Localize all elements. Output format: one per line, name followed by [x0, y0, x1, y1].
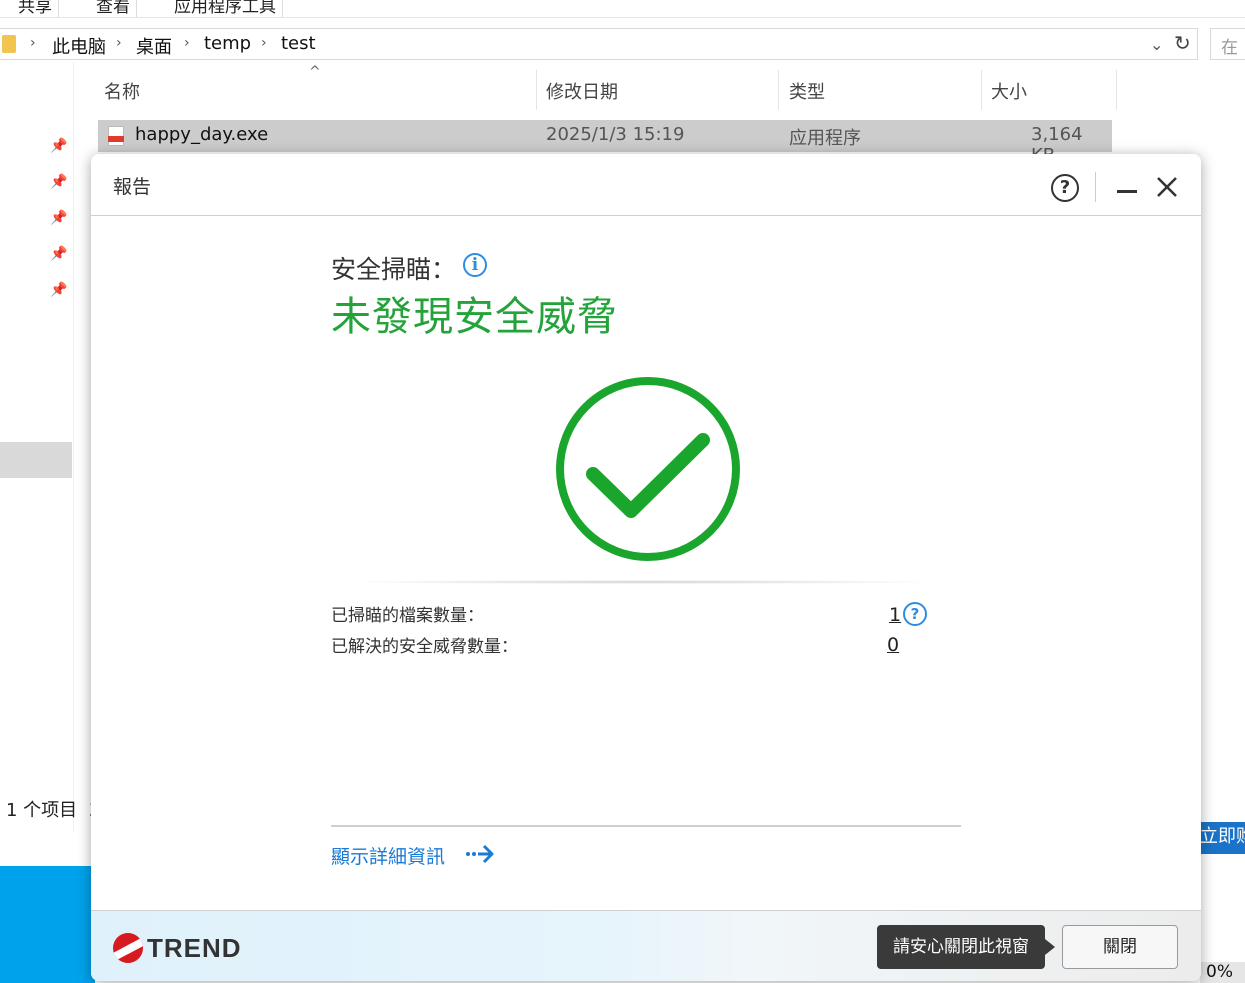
file-modified: 2025/1/3 15:19	[546, 124, 685, 145]
help-icon[interactable]: ?	[903, 602, 927, 626]
chevron-right-icon: ›	[261, 35, 267, 51]
column-divider[interactable]	[536, 70, 537, 110]
files-scanned-label: 已掃瞄的檔案數量：	[331, 606, 484, 626]
status-bar: 1 个项目 3	[6, 796, 100, 822]
item-count: 1 个项目	[6, 800, 78, 821]
scan-result: 未發現安全威脅	[331, 294, 618, 340]
files-scanned-value[interactable]: 1	[889, 604, 901, 626]
trend-logo-icon	[113, 933, 143, 963]
address-bar[interactable]: › 此电脑 › 桌面 › temp › test ⌄ ↻	[0, 28, 1198, 60]
column-header-type[interactable]: 类型	[789, 78, 825, 104]
minimize-icon[interactable]	[1117, 190, 1137, 193]
column-divider[interactable]	[778, 70, 779, 110]
file-icon	[108, 126, 124, 146]
close-hint-tooltip: 請安心關閉此視窗	[877, 925, 1055, 969]
chevron-down-icon[interactable]: ⌄	[1150, 35, 1163, 54]
nav-selected-item[interactable]	[0, 442, 72, 478]
breadcrumb-test[interactable]: test	[281, 33, 316, 54]
breadcrumb-this-pc[interactable]: 此电脑	[52, 33, 106, 59]
trend-logo: TREND	[113, 933, 242, 963]
column-header-size[interactable]: 大小	[991, 78, 1027, 104]
arrow-right-icon[interactable]	[465, 842, 495, 866]
show-details-link[interactable]: 顯示詳細資訊	[331, 842, 445, 869]
progress-text: 0%	[1206, 962, 1233, 982]
background-button[interactable]: 立即购	[1200, 822, 1245, 854]
file-type: 应用程序	[789, 128, 861, 149]
chevron-right-icon: ›	[116, 35, 122, 51]
dialog-title: 報告	[113, 176, 152, 198]
threats-resolved-label: 已解決的安全威脅數量：	[331, 637, 518, 657]
threats-resolved-value[interactable]: 0	[887, 634, 899, 656]
pin-icon[interactable]: 📌	[50, 138, 67, 154]
help-icon[interactable]: ?	[1051, 174, 1079, 202]
search-placeholder: 在	[1221, 38, 1238, 58]
desktop-background	[0, 866, 95, 983]
close-icon[interactable]	[1155, 175, 1179, 199]
pin-icon[interactable]: 📌	[50, 174, 67, 190]
check-circle-icon	[556, 377, 740, 561]
scan-label: 安全掃瞄：	[331, 255, 457, 284]
refresh-icon[interactable]: ↻	[1174, 31, 1191, 55]
breadcrumb-temp[interactable]: temp	[204, 33, 251, 54]
folder-icon	[2, 35, 16, 53]
column-header-name[interactable]: 名称	[104, 78, 140, 104]
titlebar-divider	[1095, 172, 1096, 202]
background-button-label: 立即购	[1200, 826, 1245, 847]
ribbon-tab-share[interactable]: 共享	[12, 0, 59, 17]
info-icon[interactable]: i	[463, 253, 487, 277]
divider	[331, 825, 961, 827]
chevron-right-icon: ›	[184, 35, 190, 51]
report-dialog: 報告 ? 安全掃瞄： i 未發現安全威脅 已掃瞄的檔案數量： 1 ? 已解決的安…	[91, 154, 1201, 981]
explorer-ribbon: 共享 查看 应用程序工具	[0, 0, 1245, 18]
ribbon-tab-app-tools[interactable]: 应用程序工具	[168, 0, 283, 17]
pin-icon[interactable]: 📌	[50, 246, 67, 262]
column-divider[interactable]	[1116, 70, 1117, 110]
dialog-titlebar[interactable]: 報告 ?	[91, 154, 1201, 216]
file-row[interactable]: happy_day.exe 2025/1/3 15:19 应用程序 3,164 …	[98, 120, 1112, 166]
column-header-modified[interactable]: 修改日期	[546, 78, 618, 104]
pin-icon[interactable]: 📌	[50, 210, 67, 226]
column-divider[interactable]	[981, 70, 982, 110]
breadcrumb-desktop[interactable]: 桌面	[136, 33, 172, 59]
pin-icon[interactable]: 📌	[50, 282, 67, 298]
file-name: happy_day.exe	[135, 124, 269, 145]
close-button[interactable]: 關閉	[1062, 925, 1178, 969]
trend-brand: TREND	[147, 932, 242, 963]
progress-readout: 0%	[1200, 962, 1245, 983]
divider-shadow	[341, 580, 945, 584]
chevron-right-icon: ›	[30, 35, 36, 51]
sort-ascending-icon: ^	[309, 64, 321, 80]
dialog-footer: TREND 請安心關閉此視窗 關閉	[91, 910, 1201, 981]
ribbon-tab-view[interactable]: 查看	[90, 0, 137, 17]
search-input[interactable]: 在	[1210, 28, 1245, 60]
